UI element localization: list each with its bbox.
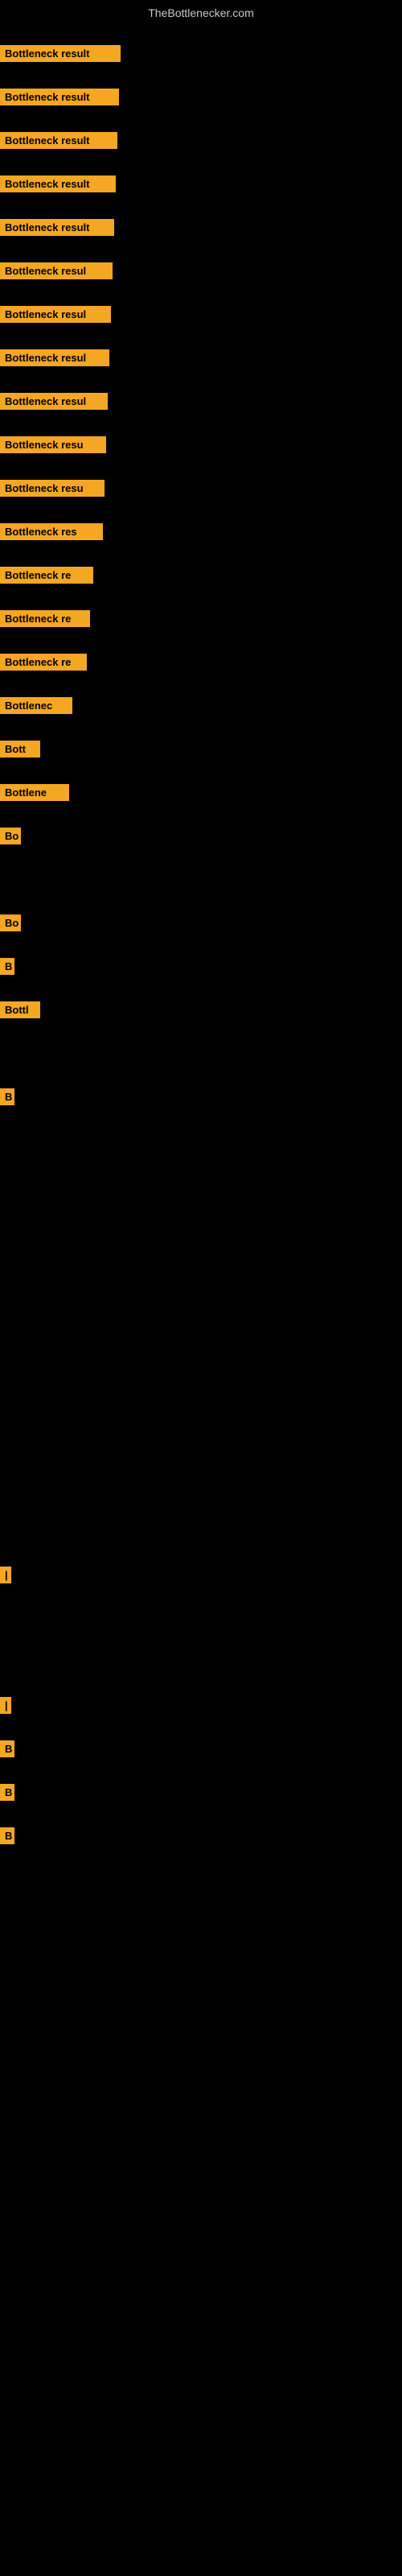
bottleneck-result-label: |	[0, 1567, 11, 1583]
bottleneck-result-label: Bottleneck resul	[0, 262, 113, 279]
bottleneck-result-label: Bottlene	[0, 784, 69, 801]
bottleneck-result-label: Bottleneck resu	[0, 436, 106, 453]
bottleneck-result-label: Bottleneck resu	[0, 480, 105, 497]
site-title: TheBottlenecker.com	[0, 0, 402, 26]
bottleneck-result-label: Bottleneck result	[0, 45, 121, 62]
bottleneck-result-label: Bottleneck result	[0, 175, 116, 192]
bottleneck-result-label: Bottleneck result	[0, 132, 117, 149]
bottleneck-result-label: Bottleneck result	[0, 89, 119, 105]
bottleneck-result-label: Bottleneck re	[0, 654, 87, 671]
bottleneck-result-label: Bottleneck re	[0, 567, 93, 584]
bottleneck-result-label: |	[0, 1697, 11, 1714]
bottleneck-result-label: Bottleneck result	[0, 219, 114, 236]
bottleneck-result-label: Bott	[0, 741, 40, 758]
bottleneck-result-label: Bottleneck resul	[0, 306, 111, 323]
bottleneck-result-label: B	[0, 958, 14, 975]
bottleneck-result-label: B	[0, 1784, 14, 1801]
bottleneck-result-label: Bottleneck res	[0, 523, 103, 540]
bottleneck-result-label: Bottleneck resul	[0, 349, 109, 366]
bottleneck-result-label: Bottleneck resul	[0, 393, 108, 410]
bottleneck-result-label: B	[0, 1088, 14, 1105]
bottleneck-result-label: Bo	[0, 914, 21, 931]
bottleneck-result-label: Bo	[0, 828, 21, 844]
bottleneck-result-label: Bottl	[0, 1001, 40, 1018]
bottleneck-result-label: Bottlenec	[0, 697, 72, 714]
bottleneck-result-label: B	[0, 1827, 14, 1844]
bottleneck-result-label: Bottleneck re	[0, 610, 90, 627]
bottleneck-result-label: B	[0, 1740, 14, 1757]
